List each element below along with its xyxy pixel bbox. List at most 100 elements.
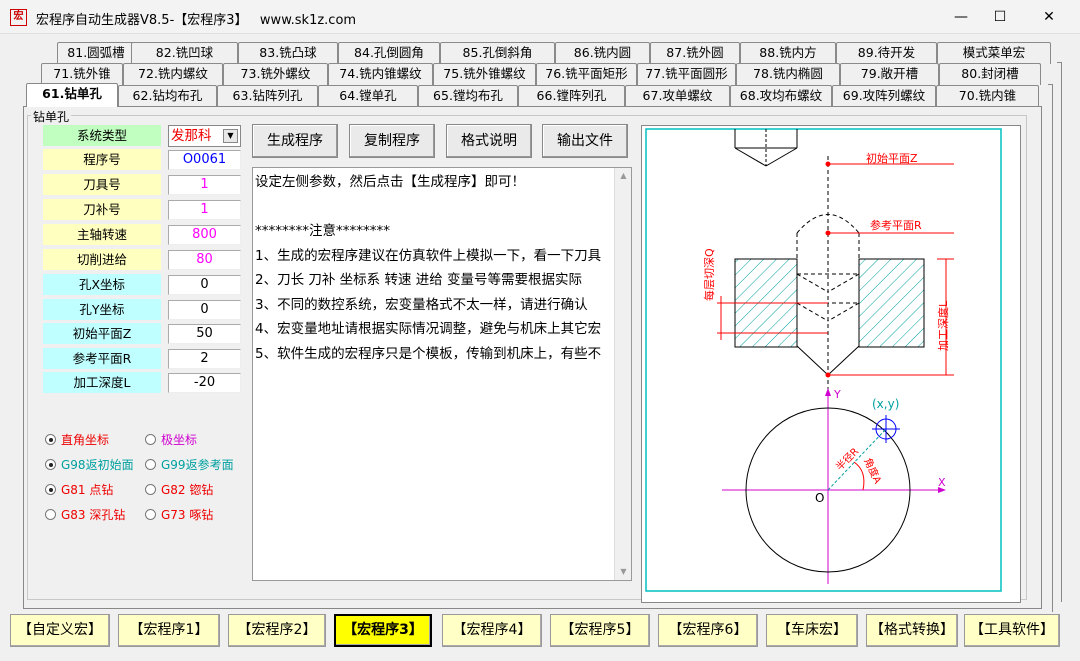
tab-item[interactable]: 模式菜单宏 [937,42,1051,64]
peck-depth-label: 每层切深Q [702,248,716,301]
g99-radio[interactable]: G99返参考面 [145,458,234,472]
generate-button[interactable]: 生成程序 [252,124,338,158]
tab-item[interactable]: 83.铣凸球 [238,42,338,64]
tab-item[interactable]: 88.铣内方 [740,42,836,64]
bottom-nav-button[interactable]: 【宏程序5】 [550,614,650,647]
y-axis-arrow-icon [825,388,831,396]
vertical-scrollbar[interactable]: ▲ ▼ [614,168,631,580]
tab-item[interactable]: 66.镗阵列孔 [518,85,625,107]
param-input[interactable]: -20 [168,373,241,393]
param-input[interactable]: 80 [168,250,241,270]
g81-radio[interactable]: G81 点钻 [45,483,113,497]
param-input[interactable]: 2 [168,349,241,369]
tab-item[interactable]: 79.敞开槽 [840,63,939,85]
polar-coord-radio[interactable]: 极坐标 [145,433,197,447]
param-label: 加工深度L [43,372,161,393]
output-text[interactable]: 设定左侧参数，然后点击【生成程序】即可！ ********注意******** … [255,170,613,366]
tab-page-edge [1048,84,1053,612]
tab-item[interactable]: 63.钻阵列孔 [217,85,318,107]
tab-item[interactable]: 62.钻均布孔 [118,85,217,107]
g73-radio[interactable]: G73 啄钻 [145,508,213,522]
format-button[interactable]: 格式说明 [446,124,532,158]
machining-depth-label: 加工深度L [936,300,950,351]
tab-item[interactable]: 76.铣平面矩形 [536,63,637,85]
param-label: 刀补号 [43,199,161,220]
g83-radio[interactable]: G83 深孔钻 [45,508,125,522]
param-label: 孔X坐标 [43,274,161,295]
rect-coord-radio[interactable]: 直角坐标 [45,433,109,447]
g81-label: G81 点钻 [61,483,114,497]
tab-item[interactable]: 68.攻均布螺纹 [730,85,832,107]
tab-item[interactable]: 80.封闭槽 [939,63,1041,85]
radio-checked-icon [45,484,56,495]
x-axis-label: X [938,476,946,489]
title-bar: 宏 宏程序自动生成器V8.5-【宏程序3】 www.sk1z.com — ☐ ✕ [0,0,1080,34]
bottom-nav-button[interactable]: 【车床宏】 [766,614,858,647]
param-input[interactable]: 1 [168,175,241,195]
param-input[interactable]: 50 [168,324,241,344]
bottom-nav-button[interactable]: 【宏程序6】 [658,614,758,647]
tab-item[interactable]: 87.铣外圆 [650,42,740,64]
drill-diagram: 初始平面Z 参考平面R 每层切深Q 加工深度L Y X O 半径R 角度A (x… [641,125,1021,603]
tab-item[interactable]: 89.待开发 [836,42,937,64]
bottom-nav-button[interactable]: 【宏程序3】 [334,614,432,647]
tab-item[interactable]: 81.圆弧槽 [57,42,135,64]
param-label: 切削进给 [43,249,161,270]
rect-coord-label: 直角坐标 [61,433,110,447]
tab-item[interactable]: 72.铣内螺纹 [123,63,223,85]
param-label: 主轴转速 [43,224,161,245]
g82-radio[interactable]: G82 锪钻 [145,483,213,497]
tab-item[interactable]: 73.铣外螺纹 [223,63,328,85]
maximize-button[interactable]: ☐ [977,0,1023,34]
chevron-down-icon[interactable]: ▼ [223,129,238,143]
radio-unchecked-icon [145,509,156,520]
bottom-nav-button[interactable]: 【宏程序1】 [118,614,220,647]
program-output[interactable]: 设定左侧参数，然后点击【生成程序】即可！ ********注意******** … [252,167,632,581]
tab-item[interactable]: 65.镗均布孔 [418,85,518,107]
tab-item[interactable]: 61.钻单孔 [26,83,118,107]
bottom-nav-button[interactable]: 【格式转换】 [866,614,958,647]
param-input[interactable]: 0 [168,300,241,320]
param-input[interactable]: 1 [168,200,241,220]
bottom-nav-button[interactable]: 【自定义宏】 [10,614,110,647]
tab-item[interactable]: 67.攻单螺纹 [625,85,730,107]
param-input[interactable]: 0 [168,275,241,295]
tab-item[interactable]: 70.铣内锥 [936,85,1039,107]
param-input[interactable]: 800 [168,225,241,245]
system-type-label: 系统类型 [43,125,161,146]
bottom-nav-button[interactable]: 【宏程序4】 [442,614,542,647]
tab-item[interactable]: 64.镗单孔 [318,85,418,107]
param-label: 程序号 [43,149,161,170]
g98-label: G98返初始面 [61,458,134,472]
system-type-value: 发那科 [171,128,212,144]
tab-item[interactable]: 78.铣内椭圆 [736,63,840,85]
tab-item[interactable]: 75.铣外锥螺纹 [433,63,536,85]
ref-plane-point [825,230,831,236]
param-label: 孔Y坐标 [43,299,161,320]
param-input[interactable]: O0061 [168,150,241,170]
tab-item[interactable]: 71.铣外锥 [41,63,123,85]
radio-checked-icon [45,434,56,445]
g98-radio[interactable]: G98返初始面 [45,458,134,472]
tab-item[interactable]: 85.孔倒斜角 [440,42,555,64]
bottom-nav-button[interactable]: 【工具软件】 [964,614,1060,647]
tab-item[interactable]: 74.铣内锥螺纹 [328,63,433,85]
y-axis-label: Y [833,388,841,401]
tool-top-icon [734,129,798,167]
tab-item[interactable]: 82.铣凹球 [131,42,238,64]
initial-plane-point [825,161,831,167]
bottom-nav-button[interactable]: 【宏程序2】 [228,614,326,647]
system-type-select[interactable]: 发那科 ▼ [168,125,241,147]
tab-item[interactable]: 86.铣内圆 [555,42,650,64]
copy-button[interactable]: 复制程序 [349,124,435,158]
ref-plane-label: 参考平面R [870,218,922,232]
radio-unchecked-icon [45,509,56,520]
tab-item[interactable]: 69.攻阵列螺纹 [832,85,936,107]
tab-item[interactable]: 84.孔倒圆角 [338,42,440,64]
g83-label: G83 深孔钻 [61,508,126,522]
scroll-up-icon[interactable]: ▲ [619,172,628,180]
tab-item[interactable]: 77.铣平面圆形 [637,63,736,85]
close-button[interactable]: ✕ [1026,0,1072,34]
scroll-down-icon[interactable]: ▼ [619,568,628,576]
export-button[interactable]: 输出文件 [542,124,628,158]
